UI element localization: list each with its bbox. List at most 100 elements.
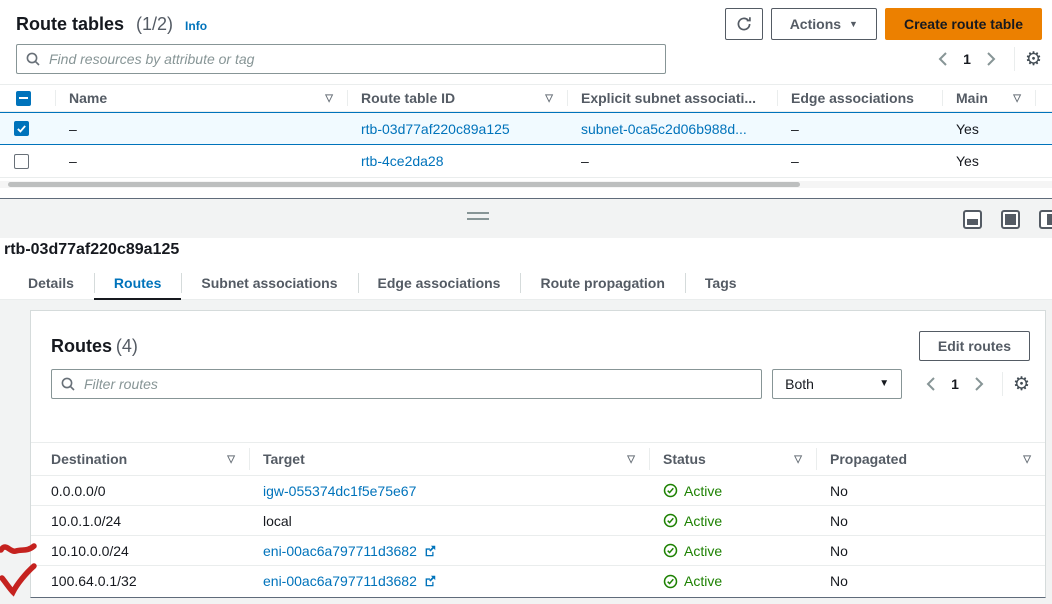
column-header-name[interactable]: Name ▽ xyxy=(55,85,347,111)
column-header-filler xyxy=(1035,85,1052,111)
route-table-row[interactable]: – rtb-03d77af220c89a125 subnet-0ca5c2d06… xyxy=(0,112,1052,145)
external-link-icon xyxy=(423,544,437,558)
target-link[interactable]: eni-00ac6a797711d3682 xyxy=(263,573,417,589)
list-toolbar: 1 ⚙ xyxy=(16,44,1042,74)
route-table-row[interactable]: – rtb-4ce2da28 – – Yes xyxy=(0,145,1052,178)
settings-gear-icon[interactable]: ⚙ xyxy=(1025,50,1042,69)
column-header-edge-associations[interactable]: Edge associations xyxy=(777,85,942,111)
column-header-explicit-subnet-associati[interactable]: Explicit subnet associati... xyxy=(567,85,777,111)
column-header-propagated[interactable]: Propagated ▽ xyxy=(816,443,1045,475)
side-panel-icon[interactable] xyxy=(1039,210,1052,229)
route-row[interactable]: 100.64.0.1/32 eni-00ac6a797711d3682 Acti… xyxy=(31,566,1045,596)
resource-search xyxy=(16,44,666,74)
chevron-down-icon: ▼ xyxy=(849,20,858,29)
sort-icon[interactable]: ▽ xyxy=(325,93,333,104)
sort-icon[interactable]: ▽ xyxy=(1013,93,1021,104)
tab-subnet-associations[interactable]: Subnet associations xyxy=(181,266,357,300)
status-cell: Active xyxy=(649,506,816,535)
actions-button[interactable]: Actions ▼ xyxy=(771,8,877,40)
refresh-icon xyxy=(736,16,752,32)
subnet-association-link[interactable]: subnet-0ca5c2d06b988d... xyxy=(581,121,747,137)
next-page-button[interactable] xyxy=(967,373,992,395)
routes-pagination: 1 ⚙ xyxy=(918,372,1030,396)
sort-icon[interactable]: ▽ xyxy=(627,454,635,465)
horizontal-scrollbar xyxy=(0,181,1052,188)
tab-route-propagation[interactable]: Route propagation xyxy=(520,266,684,300)
propagated-cell: No xyxy=(816,536,1045,565)
routes-table-header: Destination ▽ Target ▽ Status ▽ Propagat… xyxy=(31,442,1045,476)
selected-count: (1/2) xyxy=(136,14,173,35)
select-all-checkbox[interactable] xyxy=(16,91,31,106)
next-page-button[interactable] xyxy=(979,48,1004,70)
routes-filter xyxy=(51,369,762,399)
route-table-id-link[interactable]: rtb-03d77af220c89a125 xyxy=(361,121,510,137)
detail-panel-title: rtb-03d77af220c89a125 xyxy=(4,241,179,259)
search-input[interactable] xyxy=(16,44,666,74)
active-status-icon xyxy=(663,483,678,498)
select-all-cell xyxy=(0,85,55,111)
route-row[interactable]: 10.0.1.0/24 local Active No xyxy=(31,506,1045,536)
sort-icon[interactable]: ▽ xyxy=(794,454,802,465)
column-header-main[interactable]: Main ▽ xyxy=(942,85,1035,111)
row-checkbox[interactable] xyxy=(14,154,29,169)
prev-page-button[interactable] xyxy=(930,48,955,70)
routes-filter-row: Both ▼ 1 ⚙ xyxy=(51,369,1030,399)
active-status-icon xyxy=(663,543,678,558)
filter-routes-input[interactable] xyxy=(51,369,762,399)
scrollbar-thumb[interactable] xyxy=(8,182,800,187)
page-title: Route tables xyxy=(16,14,124,35)
tab-routes[interactable]: Routes xyxy=(94,266,181,300)
search-icon xyxy=(61,377,75,391)
route-row[interactable]: 10.10.0.0/24 eni-00ac6a797711d3682 Activ… xyxy=(31,536,1045,566)
refresh-button[interactable] xyxy=(725,8,763,40)
route-type-select[interactable]: Both ▼ xyxy=(772,369,902,399)
full-view-icon[interactable] xyxy=(1001,210,1020,229)
route-table-id-link[interactable]: rtb-4ce2da28 xyxy=(361,153,444,169)
name-cell: – xyxy=(55,145,347,177)
destination-cell: 100.64.0.1/32 xyxy=(31,566,249,596)
chevron-right-icon xyxy=(975,377,984,391)
status-cell: Active xyxy=(649,536,816,565)
settings-gear-icon[interactable]: ⚙ xyxy=(1013,375,1030,394)
active-status-icon xyxy=(663,513,678,528)
edge-associations-cell: – xyxy=(777,113,942,144)
split-divider xyxy=(0,198,1052,238)
search-icon xyxy=(26,52,40,66)
chevron-down-icon: ▼ xyxy=(879,379,889,389)
tab-edge-associations[interactable]: Edge associations xyxy=(358,266,521,300)
route-tables-header: Name ▽ Route table ID ▽ Explicit subnet … xyxy=(0,84,1052,112)
drag-handle[interactable] xyxy=(467,212,489,220)
sort-icon[interactable]: ▽ xyxy=(227,454,235,465)
check-icon xyxy=(16,123,27,134)
sort-icon[interactable]: ▽ xyxy=(1023,454,1031,465)
create-route-table-button[interactable]: Create route table xyxy=(885,8,1042,40)
prev-page-button[interactable] xyxy=(918,373,943,395)
row-checkbox[interactable] xyxy=(14,121,29,136)
tab-tags[interactable]: Tags xyxy=(685,266,757,300)
propagated-cell: No xyxy=(816,476,1045,505)
routes-table: Destination ▽ Target ▽ Status ▽ Propagat… xyxy=(31,442,1045,596)
target-link[interactable]: eni-00ac6a797711d3682 xyxy=(263,543,417,559)
list-pagination: 1 ⚙ xyxy=(930,47,1042,71)
column-header-status[interactable]: Status ▽ xyxy=(649,443,816,475)
main-cell: Yes xyxy=(942,113,1035,144)
edge-associations-cell: – xyxy=(777,145,942,177)
name-cell: – xyxy=(55,113,347,144)
target-link[interactable]: igw-055374dc1f5e75e67 xyxy=(263,483,416,499)
target-cell: local xyxy=(263,513,292,529)
page-number[interactable]: 1 xyxy=(955,51,979,67)
sort-icon[interactable]: ▽ xyxy=(545,93,553,104)
detail-tabs: DetailsRoutesSubnet associationsEdge ass… xyxy=(0,266,1052,300)
edit-routes-button[interactable]: Edit routes xyxy=(919,331,1030,361)
column-header-destination[interactable]: Destination ▽ xyxy=(31,443,249,475)
column-header-route-table-id[interactable]: Route table ID ▽ xyxy=(347,85,567,111)
page-number[interactable]: 1 xyxy=(943,376,967,392)
info-link[interactable]: Info xyxy=(185,19,207,33)
propagated-cell: No xyxy=(816,566,1045,596)
split-view-icon[interactable] xyxy=(963,210,982,229)
column-header-target[interactable]: Target ▽ xyxy=(249,443,649,475)
tab-details[interactable]: Details xyxy=(8,266,94,300)
route-row[interactable]: 0.0.0.0/0 igw-055374dc1f5e75e67 Active N… xyxy=(31,476,1045,506)
chevron-right-icon xyxy=(987,52,996,66)
status-cell: Active xyxy=(649,476,816,505)
